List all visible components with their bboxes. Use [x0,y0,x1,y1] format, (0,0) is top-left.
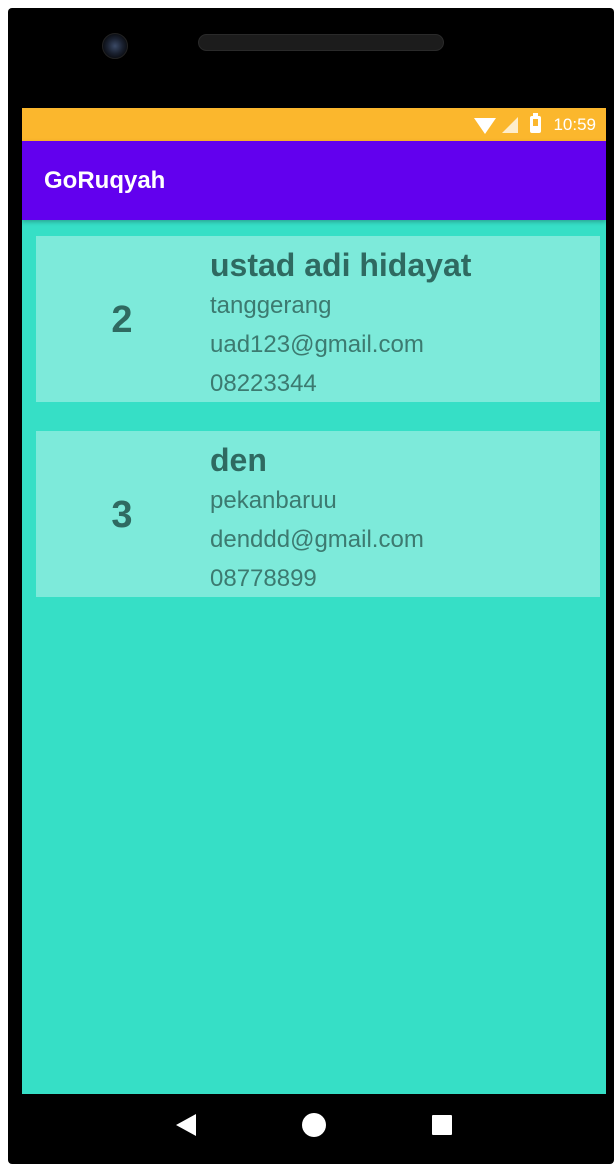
battery-icon [530,113,542,133]
item-name: den [210,442,267,478]
item-phone: 08778899 [210,565,317,592]
item-details: ustad adi hidayat tanggerang uad123@gmai… [210,244,471,403]
ustad-list: 2 ustad adi hidayat tanggerang uad123@gm… [36,236,600,626]
status-time: 10:59 [553,114,596,134]
home-button[interactable] [284,1095,344,1155]
item-email: uad123@gmail.com [210,331,424,358]
list-item[interactable]: 3 den pekanbaruu denddd@gmail.com 087788… [36,431,600,597]
earpiece-speaker [198,34,444,51]
item-email: denddd@gmail.com [210,526,424,553]
item-city: tanggerang [210,292,332,319]
navigation-bar [22,1094,606,1156]
recents-icon [432,1115,452,1135]
app-screen: 10:59 GoRuqyah 2 ustad adi hidayat tangg… [22,108,606,1094]
item-city: pekanbaruu [210,487,337,514]
back-button[interactable] [156,1095,216,1155]
recents-button[interactable] [412,1095,472,1155]
item-name: ustad adi hidayat [210,247,472,283]
signal-icon [502,116,519,133]
item-details: den pekanbaruu denddd@gmail.com 08778899 [210,439,424,598]
wifi-icon [474,117,497,134]
item-id: 3 [111,493,133,536]
status-bar: 10:59 [22,108,606,141]
item-phone: 08223344 [210,370,317,397]
front-camera [102,33,128,59]
list-item[interactable]: 2 ustad adi hidayat tanggerang uad123@gm… [36,236,600,402]
home-icon [302,1113,326,1137]
app-title: GoRuqyah [44,166,166,194]
item-id: 2 [111,298,133,341]
back-icon [176,1114,196,1136]
app-bar: GoRuqyah [22,141,606,220]
